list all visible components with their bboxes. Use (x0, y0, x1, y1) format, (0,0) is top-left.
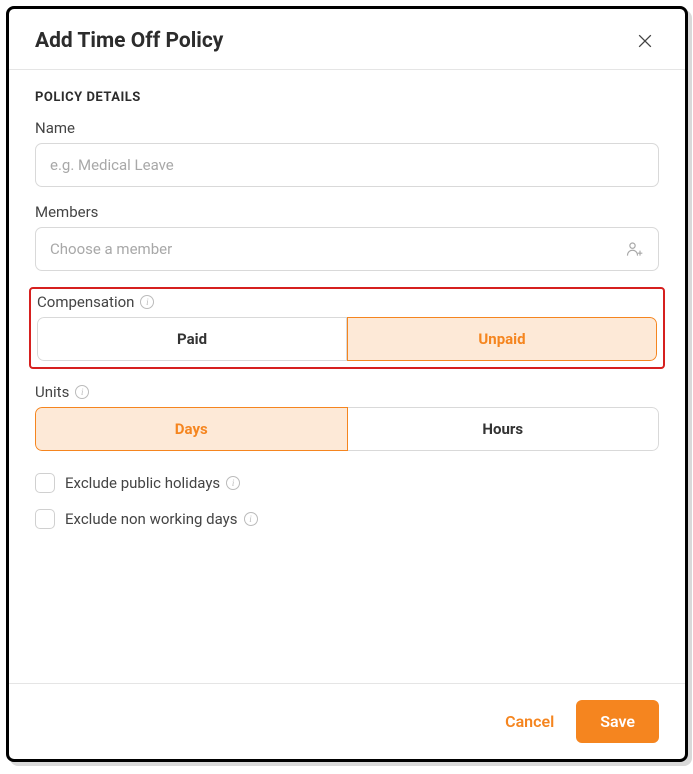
exclude-holidays-label: Exclude public holidays i (65, 474, 240, 492)
members-field-group: Members (35, 203, 659, 271)
name-field-group: Name (35, 119, 659, 187)
units-field-group: Units i Days Hours (35, 383, 659, 451)
members-input[interactable] (35, 227, 659, 271)
units-segment: Days Hours (35, 407, 659, 451)
info-icon[interactable]: i (140, 295, 154, 309)
info-icon[interactable]: i (226, 476, 240, 490)
add-member-icon[interactable] (625, 240, 645, 258)
close-button[interactable] (631, 27, 659, 55)
cancel-button[interactable]: Cancel (501, 704, 558, 739)
modal-body: POLICY DETAILS Name Members Compensa (9, 70, 685, 683)
members-label: Members (35, 203, 659, 221)
name-label: Name (35, 119, 659, 137)
exclude-nonworking-label-text: Exclude non working days (65, 510, 238, 528)
checkbox-group: Exclude public holidays i Exclude non wo… (35, 473, 659, 529)
info-icon[interactable]: i (75, 385, 89, 399)
exclude-nonworking-label: Exclude non working days i (65, 510, 258, 528)
name-input[interactable] (35, 143, 659, 187)
exclude-nonworking-row: Exclude non working days i (35, 509, 659, 529)
units-days-button[interactable]: Days (35, 407, 348, 451)
units-label: Units i (35, 383, 659, 401)
info-icon[interactable]: i (244, 512, 258, 526)
compensation-paid-button[interactable]: Paid (37, 317, 347, 361)
close-icon (635, 31, 655, 51)
modal-header: Add Time Off Policy (9, 9, 685, 70)
add-time-off-policy-modal: Add Time Off Policy POLICY DETAILS Name … (6, 6, 688, 762)
compensation-highlight: Compensation i Paid Unpaid (29, 287, 665, 369)
compensation-label-text: Compensation (37, 293, 134, 311)
modal-footer: Cancel Save (9, 683, 685, 759)
units-label-text: Units (35, 383, 69, 401)
modal-title: Add Time Off Policy (35, 29, 223, 53)
exclude-holidays-row: Exclude public holidays i (35, 473, 659, 493)
compensation-unpaid-button[interactable]: Unpaid (347, 317, 657, 361)
compensation-label: Compensation i (37, 293, 657, 311)
units-hours-button[interactable]: Hours (348, 407, 660, 451)
exclude-nonworking-checkbox[interactable] (35, 509, 55, 529)
save-button[interactable]: Save (576, 700, 659, 743)
compensation-segment: Paid Unpaid (37, 317, 657, 361)
exclude-holidays-checkbox[interactable] (35, 473, 55, 493)
section-details-title: POLICY DETAILS (35, 90, 659, 105)
exclude-holidays-label-text: Exclude public holidays (65, 474, 220, 492)
